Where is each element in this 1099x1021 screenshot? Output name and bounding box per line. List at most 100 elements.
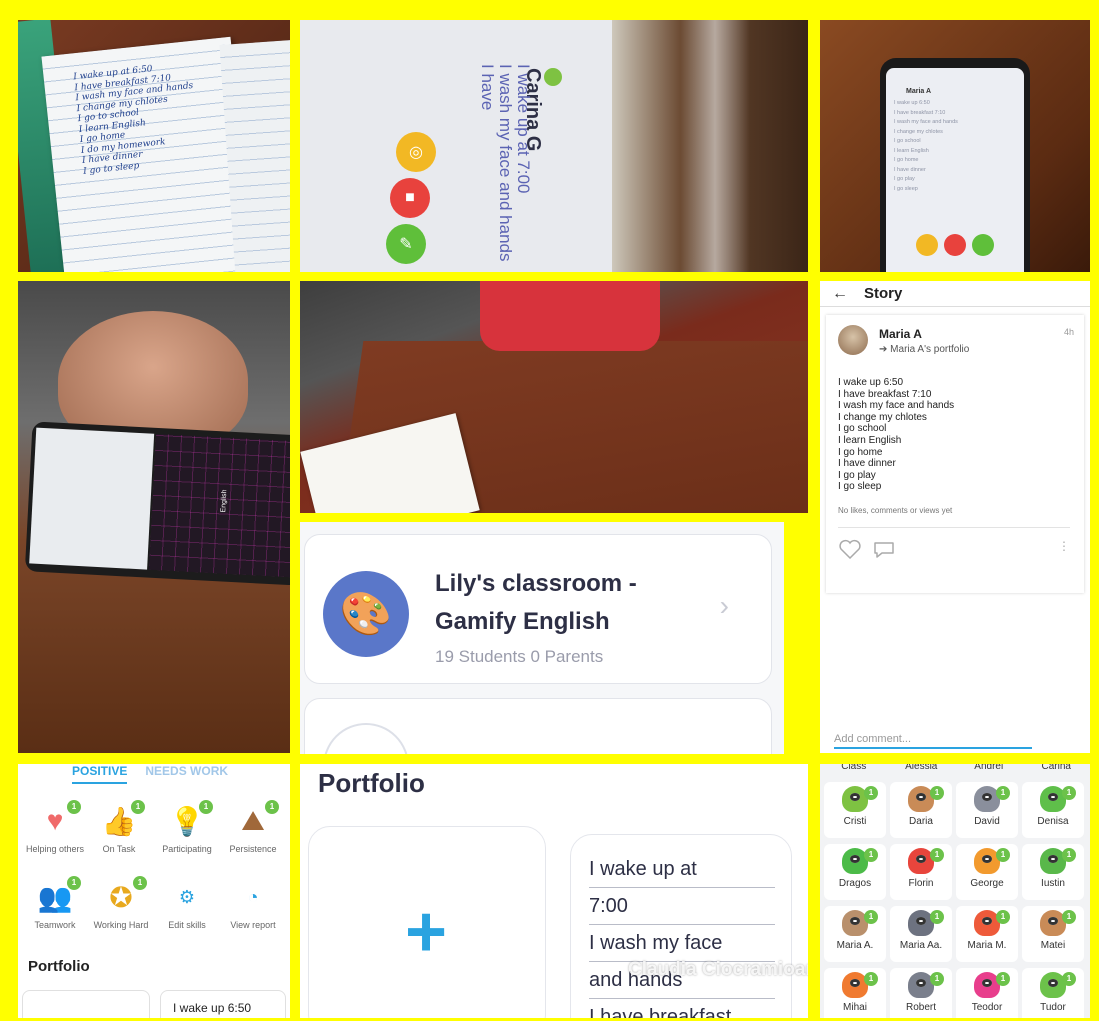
entry-line: 7:00: [589, 888, 775, 925]
skill-label: Working Hard: [93, 920, 149, 930]
camera-icon[interactable]: ◎: [396, 132, 436, 172]
student-tile[interactable]: 1 Iustin: [1022, 844, 1084, 900]
student-tile[interactable]: 1 Robert: [890, 968, 952, 1018]
tab-needs-work[interactable]: NEEDS WORK: [145, 764, 228, 784]
skill-count-badge: 1: [67, 876, 81, 890]
add-classroom-card[interactable]: [304, 698, 772, 754]
post-line: I have breakfast 7:10: [894, 109, 946, 116]
story-author[interactable]: Maria A: [879, 327, 922, 341]
point-badge: 1: [930, 972, 944, 986]
post-line: I go play: [894, 176, 915, 182]
camera-icon[interactable]: [916, 234, 938, 256]
phone-student-name: Maria A: [906, 88, 932, 95]
student-tile[interactable]: 1 Florin: [890, 844, 952, 900]
story-line: I learn English: [838, 434, 902, 446]
comment-icon[interactable]: [872, 539, 896, 559]
skill-persistence[interactable]: ⛰ 1 Persistence: [218, 800, 288, 854]
student-tile[interactable]: 1 Matei: [1022, 906, 1084, 962]
view-report-button[interactable]: ◔ View report: [218, 880, 288, 931]
portfolio-card[interactable]: [22, 990, 150, 1018]
point-badge: 1: [1062, 972, 1076, 986]
point-badge: 1: [864, 910, 878, 924]
back-arrow-icon[interactable]: ←: [832, 285, 848, 303]
skill-participating[interactable]: 💡 1 Participating: [152, 800, 222, 854]
student-tile[interactable]: 1 Mihai: [824, 968, 886, 1018]
students-top-row: Class Alessia Andrei Carina: [820, 764, 1090, 776]
classroom-card[interactable]: 🎨 Lily's classroom - Gamify English 19 S…: [304, 534, 772, 684]
student-tile[interactable]: 1 Maria M.: [956, 906, 1018, 962]
student-tile[interactable]: 1 Maria Aa.: [890, 906, 952, 962]
point-badge: 1: [864, 786, 878, 800]
skills-screen: POSITIVE NEEDS WORK ♥ 1 Helping others 👍 1…: [18, 764, 290, 1018]
student-name: Florin: [908, 878, 934, 889]
story-line: I go school: [838, 423, 887, 435]
pencil-icon[interactable]: ✎: [386, 224, 426, 264]
post-line: I have: [478, 64, 497, 111]
student-tile[interactable]: 1 Maria A.: [824, 906, 886, 962]
skill-label: Persistence: [229, 844, 277, 854]
point-badge: 1: [1062, 786, 1076, 800]
post-line: I wake up 6:50: [894, 100, 930, 106]
more-options-icon[interactable]: ⋮: [1058, 539, 1070, 553]
add-circle-icon: [323, 723, 409, 754]
post-line: I change my chlotes: [894, 128, 943, 135]
skill-working-hard[interactable]: ✪ 1 Working Hard: [86, 876, 156, 930]
student-name: Matei: [1040, 940, 1066, 951]
phone-screen: [29, 427, 155, 570]
point-badge: 1: [996, 848, 1010, 862]
skill-count-badge: 1: [199, 800, 213, 814]
video-icon[interactable]: ■: [390, 178, 430, 218]
student-name[interactable]: Class: [820, 764, 888, 776]
classroom-title: Lily's classroom - Gamify English: [435, 570, 637, 635]
student-tile[interactable]: 1 Daria: [890, 782, 952, 838]
student-name: Mihai: [843, 1002, 867, 1013]
student-tile[interactable]: 1 George: [956, 844, 1018, 900]
pie-chart-icon: ◔: [247, 886, 259, 907]
tab-positive[interactable]: POSITIVE: [72, 764, 128, 784]
student-name[interactable]: Carina: [1023, 764, 1091, 776]
story-line: I have dinner: [838, 458, 896, 470]
student-tile[interactable]: 1 Denisa: [1022, 782, 1084, 838]
portfolio-link[interactable]: ➔ Maria A's portfolio: [879, 344, 969, 355]
student-tile[interactable]: 1 David: [956, 782, 1018, 838]
portfolio-entry-card[interactable]: I wake up at 7:00 I wash my face and han…: [570, 834, 792, 1018]
story-screen: ← Story Maria A 4h ➔ Maria A's portfolio…: [820, 281, 1090, 753]
comment-input[interactable]: Add comment...: [834, 733, 1032, 749]
student-name: David: [974, 816, 1000, 827]
student-tile[interactable]: 1 Tudor: [1022, 968, 1084, 1018]
on-screen-keyboard[interactable]: English: [149, 433, 290, 578]
mountain-icon: ⛰ 1: [233, 800, 279, 838]
avatar[interactable]: [838, 325, 868, 355]
skill-helping-others[interactable]: ♥ 1 Helping others: [20, 800, 90, 854]
edit-skills-button[interactable]: ⚙ Edit skills: [152, 880, 222, 931]
story-line: I go sleep: [838, 481, 882, 493]
story-line: I go home: [838, 446, 883, 458]
skill-label: Participating: [162, 844, 212, 854]
student-tile[interactable]: 1 Dragos: [824, 844, 886, 900]
skills-tabs: POSITIVE NEEDS WORK: [72, 764, 228, 784]
point-badge: 1: [864, 972, 878, 986]
post-line: I wake up at 7:00: [514, 64, 533, 194]
heart-icon[interactable]: [838, 539, 862, 559]
story-card: Maria A 4h ➔ Maria A's portfolio I wake …: [826, 315, 1084, 593]
portfolio-card[interactable]: I wake up 6:50: [160, 990, 286, 1018]
edit-skills-icon: ⚙: [178, 886, 196, 907]
pencil-icon[interactable]: [972, 234, 994, 256]
student-name[interactable]: Alessia: [888, 764, 956, 776]
skill-teamwork[interactable]: 👥 1 Teamwork: [20, 876, 90, 930]
medal-icon: ✪ 1: [101, 876, 147, 914]
skill-on-task[interactable]: 👍 1 On Task: [84, 800, 154, 854]
post-line: I go home: [894, 157, 919, 163]
portfolio-screen: Portfolio + I wake up at 7:00 I wash my …: [300, 764, 808, 1018]
heart-icon: ♥ 1: [35, 800, 81, 838]
hand-phone-photo: English: [18, 281, 290, 753]
student-tile[interactable]: 1 Teodor: [956, 968, 1018, 1018]
add-portfolio-item-button[interactable]: +: [308, 826, 546, 1018]
student-tile[interactable]: 1 Cristi: [824, 782, 886, 838]
entry-line: I wash my face: [589, 925, 775, 962]
student-name: Tudor: [1040, 1002, 1066, 1013]
student-name[interactable]: Andrei: [955, 764, 1023, 776]
story-title: Story: [864, 285, 903, 302]
thumbs-up-icon: 👍 1: [99, 800, 145, 838]
video-icon[interactable]: [944, 234, 966, 256]
